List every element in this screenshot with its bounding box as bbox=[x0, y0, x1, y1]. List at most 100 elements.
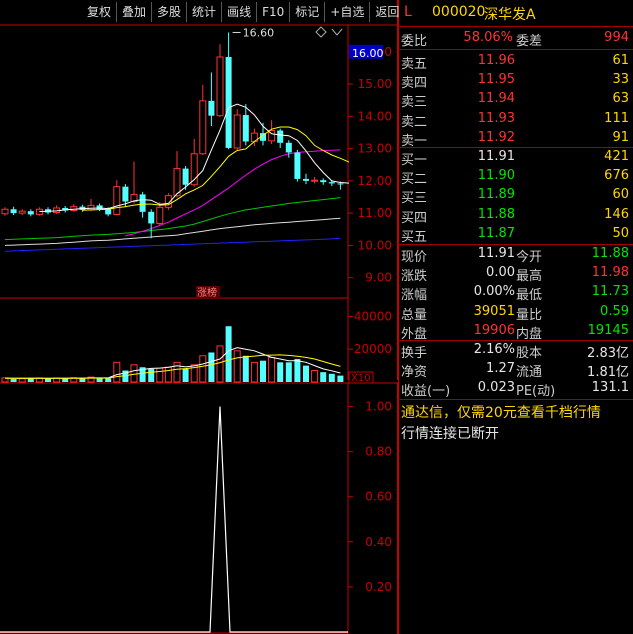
ratio-label: 委比 bbox=[401, 34, 428, 49]
buy-row[interactable]: 买四 11.88 146 bbox=[398, 206, 633, 226]
buy-row[interactable]: 买二 11.90 676 bbox=[398, 167, 633, 187]
candle bbox=[173, 151, 181, 198]
volume-bar bbox=[337, 375, 344, 382]
candle bbox=[113, 180, 121, 216]
candle-body bbox=[156, 206, 164, 224]
buy-volume: 421 bbox=[604, 149, 629, 164]
sell-price: 11.93 bbox=[477, 110, 515, 126]
volume-bar bbox=[225, 326, 232, 382]
sell-row[interactable]: 卖二 11.93 111 bbox=[398, 110, 633, 130]
candle bbox=[70, 204, 78, 212]
sell-label: 卖一 bbox=[401, 133, 428, 149]
ma120-line bbox=[4, 237, 341, 252]
buy-price: 11.91 bbox=[477, 149, 515, 164]
volume-bar bbox=[268, 356, 276, 383]
candle-body bbox=[10, 209, 17, 214]
buy-row[interactable]: 买三 11.89 60 bbox=[398, 186, 633, 207]
sell-label: 卖二 bbox=[401, 114, 428, 130]
restore-rights-button[interactable]: 复权 bbox=[82, 2, 116, 22]
quote-label: 总量 bbox=[401, 307, 428, 323]
candle-body bbox=[182, 168, 189, 185]
ma60-line bbox=[4, 217, 341, 246]
promo-notice[interactable]: 通达信，仅需20元查看千档行情 bbox=[401, 402, 601, 422]
candle bbox=[53, 205, 61, 214]
candle bbox=[233, 109, 241, 150]
candle bbox=[285, 140, 292, 158]
candle-body bbox=[1, 208, 9, 215]
candle-body bbox=[105, 209, 112, 215]
volume-bar bbox=[328, 373, 335, 382]
fundamental-label: PE(动) bbox=[516, 384, 556, 400]
ma30-line bbox=[4, 197, 341, 241]
quote-row: 涨幅 0.00% 最低 11.73 bbox=[398, 283, 633, 304]
indicator-tick-label: 0.20 bbox=[365, 580, 392, 594]
buy-label: 买四 bbox=[401, 210, 428, 226]
volume-bar bbox=[182, 368, 189, 382]
buy-price: 11.87 bbox=[477, 225, 515, 241]
sell-row[interactable]: 卖四 11.95 33 bbox=[398, 71, 633, 91]
candle-body bbox=[277, 130, 284, 143]
add-favorite-button[interactable]: +自选 bbox=[324, 2, 369, 22]
quote-label: 最高 bbox=[516, 269, 543, 285]
quote-label: 内盘 bbox=[516, 326, 543, 342]
draw-line-button[interactable]: 画线 bbox=[221, 2, 256, 22]
sell-label: 卖五 bbox=[401, 57, 428, 72]
volume-bar bbox=[208, 352, 215, 382]
fundamental-row: 换手 2.16% 股本 2.83亿 bbox=[398, 341, 633, 361]
mark-button[interactable]: 标记 bbox=[289, 2, 324, 22]
price-tick-label: 13.00 bbox=[358, 142, 392, 156]
candle bbox=[311, 176, 319, 184]
max-annotation: 16.60 bbox=[243, 26, 275, 39]
current-price-label: 16.00 bbox=[352, 47, 384, 60]
price-tick-label: 11.00 bbox=[358, 206, 392, 220]
indicator-tick-label: 0.60 bbox=[365, 490, 392, 504]
buy-volume: 146 bbox=[604, 206, 629, 222]
quote-label: 涨幅 bbox=[401, 288, 428, 304]
candle-body bbox=[337, 183, 344, 185]
stock-name[interactable]: 深华发A bbox=[484, 4, 536, 24]
buy-row[interactable]: 买一 11.91 421 bbox=[398, 148, 633, 168]
sell-row[interactable]: 卖三 11.94 63 bbox=[398, 90, 633, 111]
candle-body bbox=[328, 182, 335, 184]
candle-body bbox=[225, 56, 232, 148]
quote-value: 0.00 bbox=[486, 265, 515, 281]
statistics-button[interactable]: 统计 bbox=[186, 2, 221, 22]
fundamental-label: 净资 bbox=[401, 365, 428, 381]
price-tick-label: 12.00 bbox=[358, 174, 392, 188]
sell-volume: 33 bbox=[612, 72, 629, 88]
volume-bar bbox=[173, 361, 181, 383]
sell-row[interactable]: 卖五 11.96 61 bbox=[398, 52, 633, 72]
sell-row[interactable]: 卖一 11.92 91 bbox=[398, 129, 633, 149]
price-tick-label: 9.00 bbox=[365, 271, 392, 285]
buy-label: 买三 bbox=[401, 191, 428, 207]
volume-bar bbox=[303, 365, 309, 382]
quote-panel: L 000020 深华发A 委比 58.06% 委差 994 卖五 11.96 61… bbox=[398, 0, 633, 634]
event-marker: 涨榜 bbox=[197, 286, 217, 299]
volume-bar bbox=[233, 350, 241, 383]
overlay-button[interactable]: 叠加 bbox=[116, 2, 151, 22]
sell-volume: 61 bbox=[612, 53, 629, 68]
volume-bar bbox=[113, 361, 121, 383]
candle bbox=[303, 173, 309, 185]
volume-bar bbox=[199, 355, 207, 383]
indicator-tick-label: 0.40 bbox=[365, 535, 392, 549]
f10-button[interactable]: F10 bbox=[256, 2, 289, 22]
toolbar: 复权 叠加 多股 统计 画线 F10 标记 +自选 返回 bbox=[82, 2, 404, 24]
buy-volume: 676 bbox=[604, 168, 629, 184]
candle-body bbox=[208, 100, 215, 116]
volume-bar bbox=[27, 378, 34, 382]
stock-code[interactable]: 000020 bbox=[432, 4, 485, 20]
quote-value: 0.59 bbox=[600, 303, 629, 319]
candle-body bbox=[139, 194, 146, 212]
candle bbox=[208, 72, 215, 127]
fundamental-value: 1.27 bbox=[486, 361, 515, 377]
candle-body bbox=[233, 114, 241, 149]
indicator-line bbox=[0, 406, 348, 633]
fundamental-row: 收益(一) 0.023 PE(动) 131.1 bbox=[398, 379, 633, 400]
sell-label: 卖三 bbox=[401, 95, 428, 111]
quote-value: 19906 bbox=[473, 322, 515, 338]
diff-value: 994 bbox=[604, 30, 629, 45]
multi-stock-button[interactable]: 多股 bbox=[151, 2, 186, 22]
buy-row[interactable]: 买五 11.87 50 bbox=[398, 225, 633, 245]
buy-price: 11.90 bbox=[477, 168, 515, 184]
